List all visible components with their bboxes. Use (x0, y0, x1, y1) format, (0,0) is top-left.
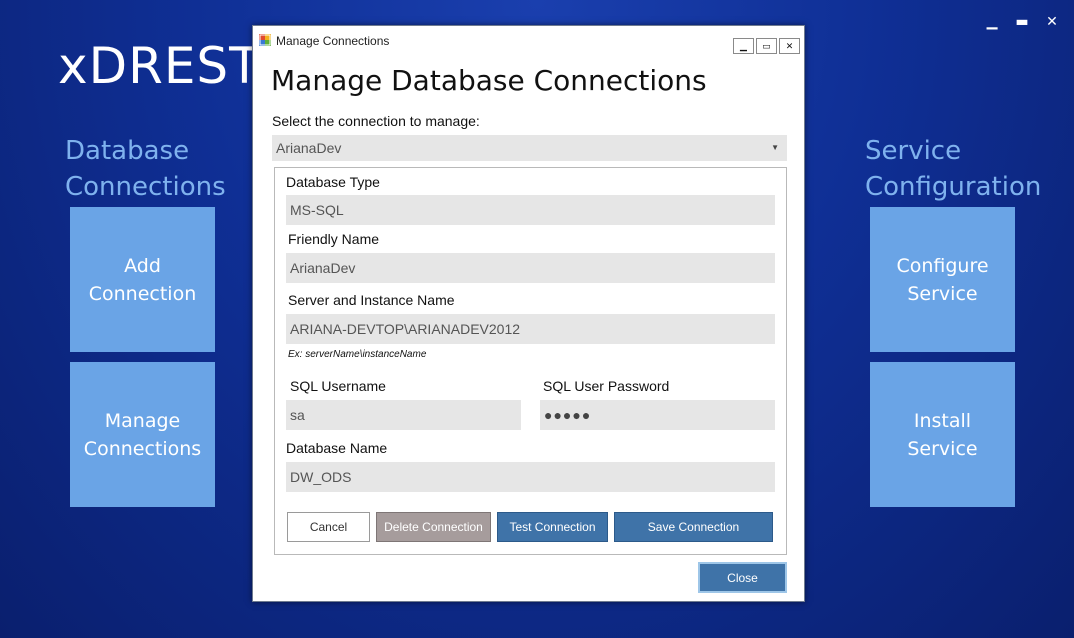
dialog-titlebar[interactable]: Manage Connections ▁ ▭ ✕ (253, 26, 804, 56)
database-type-label: Database Type (286, 174, 380, 190)
delete-connection-button[interactable]: Delete Connection (376, 512, 491, 542)
friendly-name-field[interactable]: ArianaDev (286, 253, 775, 283)
database-name-label: Database Name (286, 440, 388, 456)
sql-username-field[interactable]: sa (286, 400, 521, 430)
connection-select-value: ArianaDev (276, 140, 342, 156)
maximize-icon[interactable]: ▬ (1014, 12, 1030, 32)
dialog-close-button[interactable]: ✕ (779, 38, 800, 54)
save-connection-button[interactable]: Save Connection (614, 512, 773, 542)
app-title: xDREST (58, 37, 261, 95)
dropdown-arrow-icon: ▼ (771, 143, 779, 152)
manage-connections-tile[interactable]: Manage Connections (70, 362, 215, 507)
database-name-field[interactable]: DW_ODS (286, 462, 775, 492)
server-instance-hint: Ex: serverName\instanceName (288, 349, 427, 360)
window-controls: ▁ ▬ ✕ (984, 12, 1060, 32)
add-connection-label: Add Connection (88, 254, 197, 305)
add-connection-tile[interactable]: Add Connection (70, 207, 215, 352)
dialog-window-title: Manage Connections (276, 34, 390, 48)
configure-service-tile[interactable]: Configure Service (870, 207, 1015, 352)
dialog-minimize-button[interactable]: ▁ (733, 38, 754, 54)
select-connection-label: Select the connection to manage: (272, 113, 480, 129)
sql-password-label: SQL User Password (543, 378, 670, 394)
install-service-label: Install Service (907, 409, 978, 460)
cancel-button[interactable]: Cancel (287, 512, 370, 542)
friendly-name-label: Friendly Name (288, 231, 380, 247)
server-instance-label: Server and Instance Name (288, 292, 455, 308)
dialog-maximize-button[interactable]: ▭ (756, 38, 777, 54)
database-connections-heading: Database Connections (65, 136, 226, 202)
database-type-field[interactable]: MS-SQL (286, 195, 775, 225)
sql-username-label: SQL Username (290, 378, 386, 394)
close-button[interactable]: Close (698, 562, 787, 593)
app-window-icon (259, 34, 271, 46)
dialog-heading: Manage Database Connections (271, 64, 707, 97)
service-configuration-heading: Service Configuration (865, 136, 1042, 202)
test-connection-button[interactable]: Test Connection (497, 512, 608, 542)
close-icon[interactable]: ✕ (1044, 12, 1060, 32)
minimize-icon[interactable]: ▁ (984, 12, 1000, 32)
configure-service-label: Configure Service (896, 254, 989, 305)
manage-connections-dialog: Manage Connections ▁ ▭ ✕ Manage Database… (252, 25, 805, 602)
install-service-tile[interactable]: Install Service (870, 362, 1015, 507)
manage-connections-label: Manage Connections (83, 409, 202, 460)
sql-password-field[interactable]: ●●●●● (540, 400, 775, 430)
connection-select[interactable]: ArianaDev ▼ (272, 135, 787, 161)
server-instance-field[interactable]: ARIANA-DEVTOP\ARIANADEV2012 (286, 314, 775, 344)
connection-details-group: Database Type MS-SQL Friendly Name Arian… (274, 167, 787, 555)
